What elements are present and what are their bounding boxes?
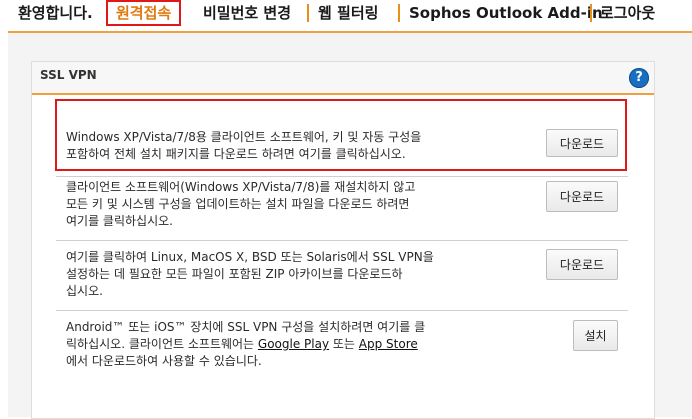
- nav-welcome[interactable]: 환영합니다.: [18, 2, 93, 24]
- nav-outlook-addin[interactable]: Sophos Outlook Add-in: [409, 2, 603, 24]
- download-config-update-button[interactable]: 다운로드: [546, 181, 618, 212]
- row2-line1: 클라이언트 소프트웨어(Windows XP/Vista/7/8)를 재설치하지…: [66, 180, 416, 194]
- nav-remote-access[interactable]: 원격접속: [106, 0, 182, 26]
- app-store-link[interactable]: App Store: [359, 337, 418, 351]
- panel-header: SSL VPN ?: [32, 62, 654, 95]
- row4-description: Android™ 또는 iOS™ 장치에 SSL VPN 구성을 설치하려면 여…: [66, 319, 486, 370]
- row4-line2-text-a: 릭하십시오. 클라이언트 소프트웨어는: [66, 337, 258, 351]
- row4-line3: 에서 다운로드하여 사용할 수 있습니다.: [66, 354, 262, 368]
- row2-description: 클라이언트 소프트웨어(Windows XP/Vista/7/8)를 재설치하지…: [66, 179, 486, 230]
- row2-line3: 여기를 클릭하십시오.: [66, 214, 173, 228]
- row3-line3: 십시오.: [66, 284, 103, 298]
- row-divider: [56, 176, 628, 177]
- row-divider: [56, 310, 628, 311]
- row3-description: 여기를 클릭하여 Linux, MacOS X, BSD 또는 Solaris에…: [66, 249, 486, 300]
- install-mobile-button[interactable]: 설치: [573, 320, 618, 351]
- download-zip-archive-button[interactable]: 다운로드: [546, 249, 618, 280]
- google-play-link[interactable]: Google Play: [258, 337, 329, 351]
- row-divider: [56, 240, 628, 241]
- nav-separator: [590, 4, 592, 22]
- panel-title: SSL VPN: [40, 68, 97, 82]
- row4-line2-text-b: 또는: [329, 337, 359, 351]
- row4-line2: 릭하십시오. 클라이언트 소프트웨어는 Google Play 또는 App S…: [66, 336, 486, 353]
- row3-line2: 설정하는 데 필요한 모든 파일이 포함된 ZIP 아카이브를 다운로드하: [66, 267, 403, 281]
- nav-separator: [398, 4, 400, 22]
- help-icon[interactable]: ?: [629, 68, 649, 88]
- row3-line1: 여기를 클릭하여 Linux, MacOS X, BSD 또는 Solaris에…: [66, 250, 434, 264]
- top-nav: 환영합니다. 원격접속 비밀번호 변경 웹 필터링 Sophos Outlook…: [0, 0, 692, 26]
- nav-separator: [307, 4, 309, 22]
- nav-web-filtering[interactable]: 웹 필터링: [318, 2, 378, 24]
- nav-change-password[interactable]: 비밀번호 변경: [203, 2, 291, 24]
- highlight-box: [55, 99, 627, 171]
- row4-line1: Android™ 또는 iOS™ 장치에 SSL VPN 구성을 설치하려면 여…: [66, 320, 426, 334]
- nav-logout[interactable]: 로그아웃: [600, 2, 655, 24]
- row2-line2: 모든 키 및 시스템 구성을 업데이트하는 설치 파일을 다운로드 하려면: [66, 197, 410, 211]
